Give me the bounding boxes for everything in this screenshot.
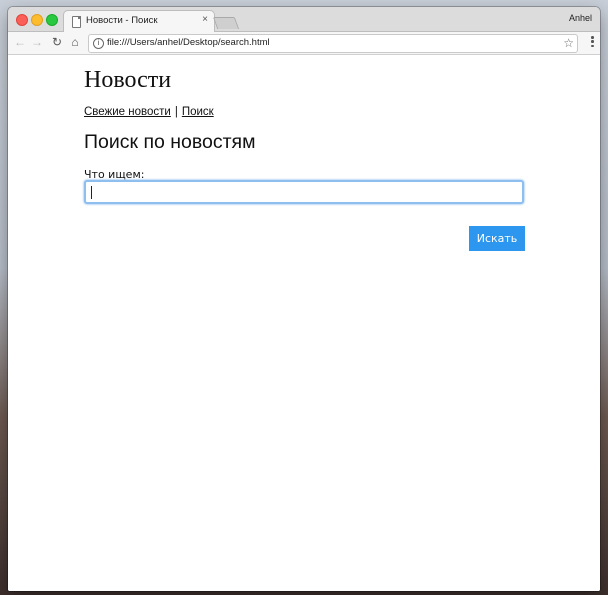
site-nav: Свежие новости | Поиск <box>84 106 214 118</box>
page-content: Новости Свежие новости | Поиск Поиск по но… <box>8 55 600 591</box>
browser-toolbar: ← → ↻ ⌂ i file:///Users/anhel/Desktop/se… <box>8 32 600 55</box>
nav-link-search[interactable]: Поиск <box>182 106 214 118</box>
tab-close-icon[interactable]: × <box>202 14 208 26</box>
reload-icon[interactable]: ↻ <box>50 35 64 49</box>
close-window-button[interactable] <box>16 14 28 26</box>
search-input[interactable] <box>84 180 524 204</box>
page-title: Поиск по новостям <box>84 131 256 153</box>
search-button[interactable]: Искать <box>469 226 525 251</box>
address-bar[interactable]: i file:///Users/anhel/Desktop/search.htm… <box>88 34 578 53</box>
text-caret <box>91 186 92 199</box>
back-arrow-icon[interactable]: ← <box>13 35 27 49</box>
document-icon <box>72 16 81 28</box>
url-text[interactable]: file:///Users/anhel/Desktop/search.html <box>107 37 270 48</box>
nav-separator: | <box>174 106 178 118</box>
new-tab-button[interactable] <box>212 17 240 29</box>
browser-window: Новости - Поиск × Anhel ← → ↻ ⌂ i file:/… <box>8 7 600 591</box>
minimize-window-button[interactable] <box>31 14 43 26</box>
browser-menu-icon[interactable] <box>591 36 594 49</box>
forward-arrow-icon[interactable]: → <box>30 35 44 49</box>
profile-name[interactable]: Anhel <box>569 13 592 23</box>
nav-link-latest-news[interactable]: Свежие новости <box>84 106 171 118</box>
bookmark-star-icon[interactable]: ☆ <box>563 35 574 51</box>
tab-bar: Новости - Поиск × Anhel <box>8 7 600 33</box>
site-title: Новости <box>84 67 172 93</box>
maximize-window-button[interactable] <box>46 14 58 26</box>
tab-title: Новости - Поиск <box>86 15 158 26</box>
info-icon[interactable]: i <box>93 38 104 49</box>
home-icon[interactable]: ⌂ <box>68 35 82 49</box>
browser-tab[interactable]: Новости - Поиск × <box>63 10 215 33</box>
